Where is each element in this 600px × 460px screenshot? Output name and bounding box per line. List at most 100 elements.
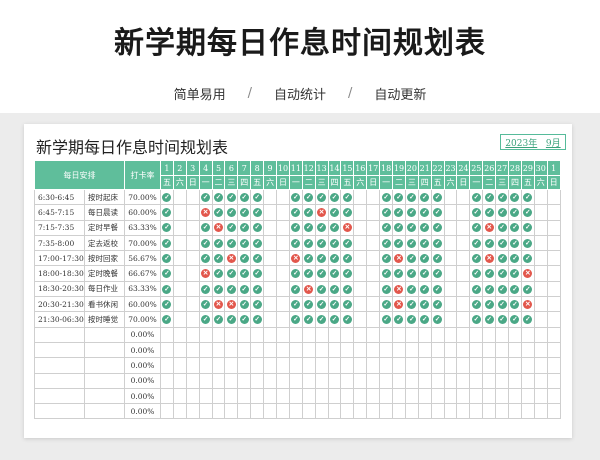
day-cell[interactable]: ✓ <box>340 280 355 298</box>
day-cell[interactable]: ✓ <box>198 250 213 267</box>
day-cell[interactable] <box>198 372 213 389</box>
day-cell[interactable]: ✓ <box>198 296 213 313</box>
day-cell[interactable] <box>185 188 200 206</box>
day-cell[interactable]: ✓ <box>520 234 535 252</box>
day-cell[interactable] <box>185 204 200 221</box>
day-cell[interactable]: ✓ <box>237 280 252 298</box>
day-cell[interactable]: ✓ <box>417 204 432 221</box>
day-cell[interactable]: ✓ <box>482 296 497 313</box>
day-cell[interactable] <box>276 372 290 389</box>
day-cell[interactable] <box>533 219 548 236</box>
day-cell[interactable]: ✓ <box>250 234 265 252</box>
day-cell[interactable] <box>508 387 522 405</box>
time-cell[interactable]: 21:30-06:30 <box>34 311 85 328</box>
day-cell[interactable] <box>520 403 535 420</box>
day-cell[interactable]: ✓ <box>288 219 303 236</box>
day-cell[interactable]: ✓ <box>250 250 265 267</box>
day-cell[interactable]: ✓ <box>495 204 510 221</box>
day-cell[interactable] <box>250 326 265 343</box>
day-cell[interactable]: ✓ <box>508 311 522 328</box>
day-cell[interactable]: ✕ <box>198 265 213 282</box>
activity-cell[interactable] <box>84 403 125 420</box>
day-cell[interactable] <box>417 387 432 405</box>
day-cell[interactable] <box>198 357 213 374</box>
day-cell[interactable] <box>533 403 548 420</box>
day-cell[interactable]: ✓ <box>430 296 445 313</box>
day-cell[interactable]: ✓ <box>198 311 213 328</box>
day-cell[interactable] <box>353 188 368 206</box>
day-cell[interactable] <box>495 357 510 374</box>
day-cell[interactable] <box>353 234 368 252</box>
day-cell[interactable] <box>520 372 535 389</box>
activity-cell[interactable] <box>84 387 125 405</box>
day-cell[interactable] <box>327 372 342 389</box>
day-cell[interactable] <box>314 326 329 343</box>
day-cell[interactable] <box>224 341 239 359</box>
day-cell[interactable] <box>417 372 432 389</box>
day-cell[interactable] <box>198 341 213 359</box>
day-cell[interactable] <box>404 372 419 389</box>
day-cell[interactable] <box>314 341 329 359</box>
day-cell[interactable] <box>172 311 187 328</box>
day-cell[interactable] <box>392 357 406 374</box>
day-cell[interactable]: ✓ <box>237 311 252 328</box>
time-cell[interactable]: 7:15-7:35 <box>34 219 85 236</box>
day-cell[interactable]: ✓ <box>250 280 265 298</box>
day-cell[interactable] <box>508 357 522 374</box>
day-cell[interactable]: ✓ <box>224 311 239 328</box>
day-cell[interactable] <box>533 250 548 267</box>
day-cell[interactable] <box>263 326 278 343</box>
day-cell[interactable] <box>185 387 200 405</box>
day-cell[interactable] <box>366 219 381 236</box>
day-cell[interactable] <box>353 387 368 405</box>
day-cell[interactable] <box>456 234 471 252</box>
day-cell[interactable]: ✓ <box>430 280 445 298</box>
day-cell[interactable] <box>276 326 290 343</box>
activity-cell[interactable] <box>84 341 125 359</box>
day-cell[interactable] <box>456 403 471 420</box>
day-cell[interactable] <box>288 372 303 389</box>
day-cell[interactable] <box>276 250 290 267</box>
day-cell[interactable] <box>211 372 226 389</box>
day-cell[interactable] <box>314 357 329 374</box>
day-cell[interactable] <box>160 326 174 343</box>
day-cell[interactable] <box>327 387 342 405</box>
activity-cell[interactable]: 按时回家 <box>84 250 125 267</box>
day-cell[interactable]: ✓ <box>327 234 342 252</box>
day-cell[interactable]: ✓ <box>430 188 445 206</box>
day-cell[interactable] <box>546 265 561 282</box>
day-cell[interactable]: ✓ <box>508 219 522 236</box>
day-cell[interactable]: ✓ <box>301 265 316 282</box>
day-cell[interactable] <box>392 387 406 405</box>
day-cell[interactable] <box>546 311 561 328</box>
day-cell[interactable] <box>482 403 497 420</box>
day-cell[interactable] <box>353 311 368 328</box>
day-cell[interactable] <box>392 341 406 359</box>
day-cell[interactable] <box>482 357 497 374</box>
day-cell[interactable]: ✓ <box>469 219 484 236</box>
day-cell[interactable]: ✓ <box>301 296 316 313</box>
day-cell[interactable]: ✓ <box>160 265 174 282</box>
day-cell[interactable] <box>263 219 278 236</box>
day-cell[interactable]: ✕ <box>392 280 406 298</box>
day-cell[interactable]: ✓ <box>301 188 316 206</box>
day-cell[interactable]: ✓ <box>469 204 484 221</box>
activity-cell[interactable]: 按时起床 <box>84 188 125 206</box>
day-cell[interactable] <box>276 311 290 328</box>
day-cell[interactable]: ✓ <box>417 296 432 313</box>
day-cell[interactable] <box>456 280 471 298</box>
day-cell[interactable]: ✓ <box>340 311 355 328</box>
day-cell[interactable] <box>379 372 394 389</box>
day-cell[interactable] <box>160 372 174 389</box>
day-cell[interactable] <box>237 357 252 374</box>
day-cell[interactable] <box>185 357 200 374</box>
day-cell[interactable]: ✕ <box>288 250 303 267</box>
day-cell[interactable] <box>263 250 278 267</box>
day-cell[interactable] <box>224 372 239 389</box>
day-cell[interactable]: ✓ <box>430 265 445 282</box>
day-cell[interactable] <box>443 265 458 282</box>
day-cell[interactable] <box>417 341 432 359</box>
day-cell[interactable] <box>263 265 278 282</box>
day-cell[interactable] <box>263 188 278 206</box>
day-cell[interactable] <box>340 387 355 405</box>
